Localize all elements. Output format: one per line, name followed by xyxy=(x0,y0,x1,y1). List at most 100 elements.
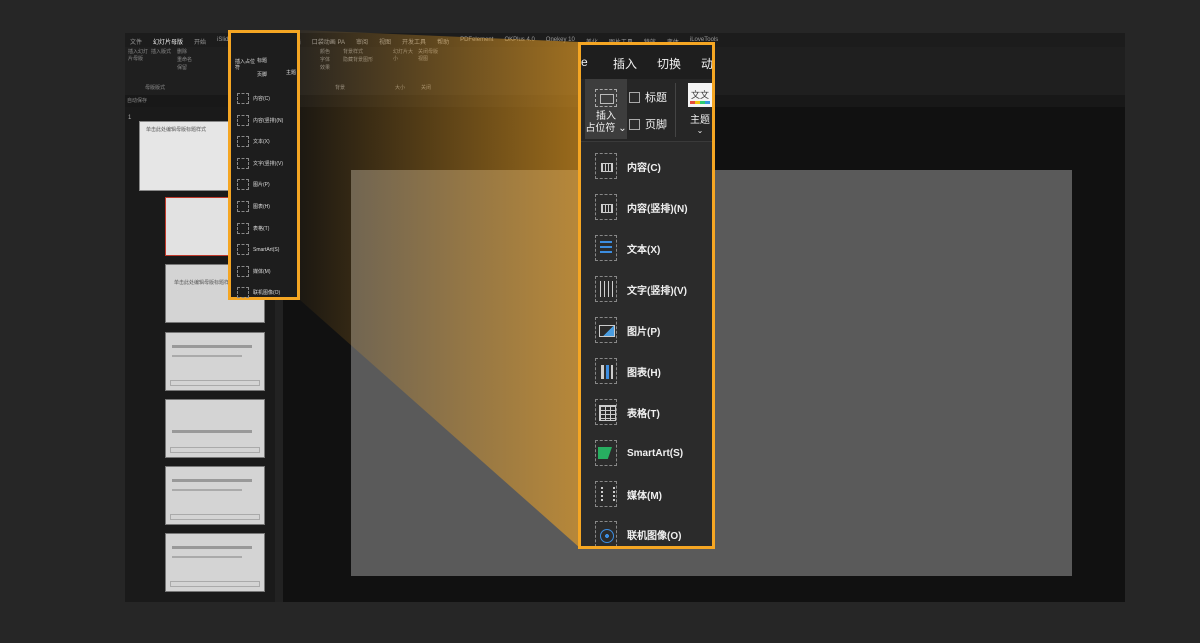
placeholder-icon xyxy=(595,89,617,107)
footer-checkbox[interactable]: 页脚 xyxy=(629,116,667,132)
delete-button[interactable]: 删除 xyxy=(177,49,187,56)
ribbon-tab[interactable]: Onekey 10 xyxy=(541,33,581,47)
vertical-text-icon xyxy=(237,158,249,169)
slide-size-button[interactable]: 幻灯片大小 xyxy=(393,49,413,63)
theme-icon: 文文 xyxy=(688,83,712,107)
theme-label: 主题 xyxy=(690,115,710,126)
ribbon-tab[interactable]: 口袋动画 PA xyxy=(307,33,351,47)
menu-item-text[interactable]: 文本(X) xyxy=(595,229,660,267)
group-label: 母版版式 xyxy=(145,85,166,91)
title-checkbox-label: 标题 xyxy=(645,92,667,104)
vertical-text-icon xyxy=(595,276,617,302)
footer-checkbox-label: 页脚 xyxy=(645,119,667,131)
ribbon-tab[interactable]: 开发工具 xyxy=(397,33,432,47)
media-icon xyxy=(595,481,617,507)
zoom-tab-animations[interactable]: 动 xyxy=(701,55,712,72)
effects-button[interactable]: 效果 xyxy=(320,65,330,72)
title-checkbox[interactable]: 标题 xyxy=(629,89,667,105)
smartart-icon xyxy=(595,440,617,466)
layout-thumbnail[interactable] xyxy=(165,533,265,592)
small-menu-item[interactable]: SmartArt(S) xyxy=(237,244,279,255)
table-icon xyxy=(595,399,617,425)
zoomed-placeholder-menu: e 插入 切换 动 插入 占位符 ⌄ 标题 页脚 文文 主题 ⌄ 内容(C) 内… xyxy=(578,42,715,549)
content-vertical-icon xyxy=(237,115,249,126)
small-title-check[interactable]: 标题 xyxy=(257,57,267,64)
small-insert-placeholder-label: 插入占位符 xyxy=(235,59,256,71)
menu-item-content[interactable]: 内容(C) xyxy=(595,147,661,185)
group-label: 关闭 xyxy=(421,85,432,91)
content-icon xyxy=(237,93,249,104)
zoom-tab-insert[interactable]: 插入 xyxy=(613,55,637,72)
table-icon xyxy=(237,223,249,234)
small-menu-item[interactable]: 内容(C) xyxy=(237,93,270,104)
chart-icon xyxy=(595,358,617,384)
text-icon xyxy=(237,136,249,147)
slide-number: 1 xyxy=(128,115,132,121)
divider xyxy=(675,83,676,137)
ribbon-tab-slide-master[interactable]: 幻灯片母版 xyxy=(148,33,189,47)
layout-thumbnail[interactable] xyxy=(165,332,265,391)
small-menu-item[interactable]: 文字(竖排)(V) xyxy=(237,158,283,169)
insert-placeholder-label-1: 插入 xyxy=(596,111,616,122)
small-menu-item[interactable]: 联机图像(O) xyxy=(237,287,280,298)
preserve-button[interactable]: 保留 xyxy=(177,65,187,72)
ribbon-tab[interactable]: OKPlus 4.0 xyxy=(499,33,540,47)
background-styles-button[interactable]: 背景样式 xyxy=(343,49,363,56)
menu-item-content-vertical[interactable]: 内容(竖排)(N) xyxy=(595,188,688,226)
hide-background-graphics[interactable]: 隐藏背景图形 xyxy=(343,57,373,64)
menu-item-picture[interactable]: 图片(P) xyxy=(595,311,660,349)
group-label: 大小 xyxy=(395,85,406,91)
content-icon xyxy=(595,153,617,179)
checkbox-box[interactable] xyxy=(629,91,640,103)
insert-placeholder-label-2: 占位符 xyxy=(585,123,616,134)
text-icon xyxy=(595,235,617,261)
menu-item-table[interactable]: 表格(T) xyxy=(595,393,660,431)
content-vertical-icon xyxy=(595,194,617,220)
insert-master-button[interactable]: 插入幻灯片母版 xyxy=(128,49,150,63)
fonts-button[interactable]: 字体 xyxy=(320,57,330,64)
insert-placeholder-button[interactable]: 插入 占位符 ⌄ xyxy=(585,79,627,139)
master-title: 单击此处编辑母版标题样式 xyxy=(146,127,207,133)
autosave-label[interactable]: 自动保存 xyxy=(127,98,147,104)
ribbon-tab[interactable]: 帮助 xyxy=(432,33,455,47)
small-menu-item[interactable]: 表格(T) xyxy=(237,223,269,234)
menu-item-vertical-text[interactable]: 文字(竖排)(V) xyxy=(595,270,687,308)
online-image-icon xyxy=(237,287,249,298)
small-placeholder-menu: 插入占位符 标题 页脚 主题 内容(C) 内容(竖排)(N) 文本(X) 文字(… xyxy=(228,30,300,300)
small-menu-item[interactable]: 图片(P) xyxy=(237,179,270,190)
zoom-tab[interactable]: e xyxy=(581,55,588,69)
small-theme-label[interactable]: 主题 xyxy=(286,69,296,76)
media-icon xyxy=(237,266,249,277)
ribbon-tab[interactable]: 视图 xyxy=(374,33,397,47)
layout-thumbnail[interactable] xyxy=(165,399,265,458)
small-footer-check[interactable]: 页脚 xyxy=(257,71,267,78)
colors-button[interactable]: 颜色 xyxy=(320,49,330,56)
zoom-tab-transitions[interactable]: 切换 xyxy=(657,55,681,72)
zoom-tab-bar: e 插入 切换 动 xyxy=(581,45,712,79)
insert-layout-button[interactable]: 插入版式 xyxy=(151,49,173,56)
master-thumbnail[interactable]: 单击此处编辑母版标题样式 xyxy=(139,121,233,191)
online-image-icon xyxy=(595,521,617,546)
theme-button[interactable]: 文文 主题 ⌄ xyxy=(686,83,712,139)
picture-icon xyxy=(595,317,617,343)
menu-item-smartart[interactable]: SmartArt(S) xyxy=(595,434,683,472)
group-label: 背景 xyxy=(335,85,346,91)
ribbon-tab[interactable]: 审阅 xyxy=(351,33,374,47)
rename-button[interactable]: 重命名 xyxy=(177,57,192,64)
checkbox-box[interactable] xyxy=(629,118,640,130)
layout-thumbnail[interactable] xyxy=(165,466,265,525)
close-master-view-button[interactable]: 关闭母版视图 xyxy=(418,49,440,63)
small-menu-item[interactable]: 内容(竖排)(N) xyxy=(237,115,283,126)
menu-item-media[interactable]: 媒体(M) xyxy=(595,475,662,513)
zoom-ribbon: 插入 占位符 ⌄ 标题 页脚 文文 主题 ⌄ xyxy=(581,79,712,142)
small-menu-item[interactable]: 文本(X) xyxy=(237,136,270,147)
ribbon-tab[interactable]: 开始 xyxy=(189,33,212,47)
small-menu-item[interactable]: 图表(H) xyxy=(237,201,270,212)
ribbon-tab[interactable]: 文件 xyxy=(125,33,148,47)
menu-item-online-image[interactable]: 联机图像(O) xyxy=(595,515,681,546)
menu-item-chart[interactable]: 图表(H) xyxy=(595,352,661,390)
ribbon-tab[interactable]: PDFelement xyxy=(455,33,499,47)
small-menu-item[interactable]: 媒体(M) xyxy=(237,266,271,277)
chevron-down-icon: ⌄ xyxy=(696,126,704,135)
chevron-down-icon: ⌄ xyxy=(618,123,627,134)
